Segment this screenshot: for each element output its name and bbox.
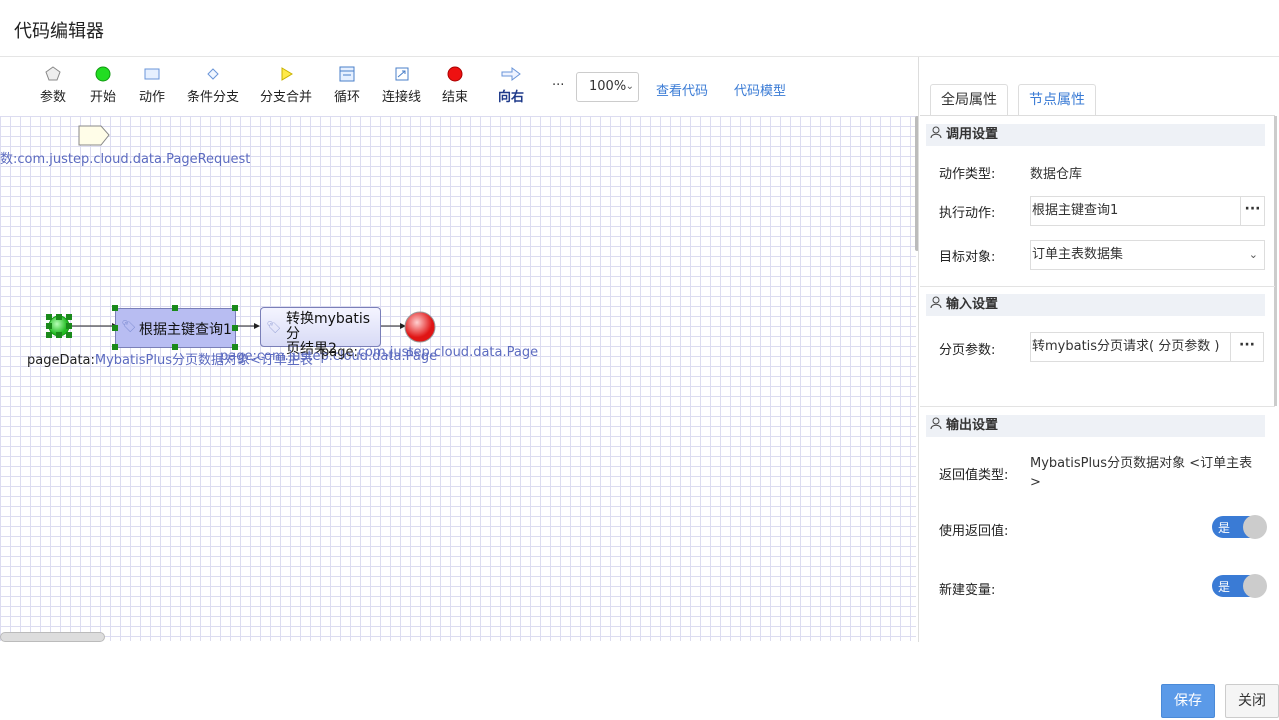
panel-divider	[918, 57, 919, 642]
use-return-label: 使用返回值:	[939, 524, 1009, 539]
param-shape-icon[interactable]	[78, 125, 112, 147]
section-output-settings: 输出设置	[926, 415, 1265, 437]
exec-action-more-button[interactable]: ···	[1240, 196, 1265, 226]
return-type-value: MybatisPlus分页数据对象 <订单主表 >	[1030, 456, 1253, 490]
action-type-value: 数据仓库	[1030, 167, 1083, 182]
new-var-label: 新建变量:	[939, 583, 996, 598]
toolbar-label: 条件分支	[187, 90, 240, 105]
target-value: 订单主表数据集	[1032, 247, 1124, 262]
tab-global-properties[interactable]: 全局属性	[930, 84, 1008, 116]
return-type-label: 返回值类型:	[939, 468, 1009, 483]
toolbar-action-button[interactable]: 动作	[139, 66, 165, 105]
new-var-toggle[interactable]: 是	[1212, 574, 1267, 598]
resize-handle[interactable]	[112, 325, 118, 331]
diamond-icon	[207, 68, 219, 80]
loop-icon	[339, 66, 355, 82]
resize-handle[interactable]	[172, 305, 178, 311]
toggle-knob	[1243, 515, 1267, 539]
toolbar-param-button[interactable]: 参数	[40, 66, 66, 105]
section-divider	[920, 286, 1275, 287]
toolbar-loop-button[interactable]: 循环	[334, 66, 360, 105]
toolbar-label: 连接线	[382, 90, 422, 105]
action-type-label: 动作类型:	[939, 167, 996, 182]
toolbar-condition-button[interactable]: 条件分支	[187, 66, 239, 105]
header-divider	[0, 56, 1279, 57]
target-label: 目标对象:	[939, 250, 996, 265]
section-divider	[920, 406, 1275, 407]
resize-handle[interactable]	[112, 305, 118, 311]
tag-icon: 🏷	[121, 319, 137, 333]
tab-node-properties[interactable]: 节点属性	[1018, 84, 1096, 116]
green-circle-icon	[95, 66, 111, 82]
end-node[interactable]	[403, 310, 437, 344]
action-node-1[interactable]: 🏷 根据主键查询1	[115, 308, 236, 348]
use-return-toggle[interactable]: 是	[1212, 515, 1267, 539]
panel-scrollbar[interactable]	[1274, 116, 1277, 406]
section-call-settings: 调用设置	[926, 124, 1265, 146]
page-param-more-button[interactable]: ···	[1230, 332, 1264, 362]
resize-handle[interactable]	[232, 325, 238, 331]
tab-divider	[920, 115, 1275, 116]
flow-canvas[interactable]: 数:com.justep.cloud.data.PageRequest 🏷 根据…	[0, 116, 916, 641]
toolbar-start-button[interactable]: 开始	[90, 66, 116, 105]
toggle-text: 是	[1218, 521, 1231, 535]
zoom-select[interactable]: 100% ⌄	[576, 72, 639, 102]
toolbar-label: 向右	[498, 90, 525, 105]
user-icon	[930, 126, 942, 138]
tag-icon: 🏷	[266, 320, 282, 334]
chevron-down-icon: ⌄	[1248, 248, 1258, 261]
right-arrow-icon	[501, 67, 521, 81]
node2-output-label: page:com.justep.cloud.data.Page	[321, 345, 539, 360]
user-icon	[930, 417, 942, 429]
triangle-icon	[281, 67, 293, 81]
toolbar-label: 分支合并	[260, 90, 313, 105]
code-model-link[interactable]: 代码模型	[734, 80, 786, 99]
exec-action-label: 执行动作:	[939, 206, 996, 221]
pentagon-icon	[45, 66, 61, 81]
toolbar-label: 循环	[334, 90, 361, 105]
rectangle-icon	[144, 68, 160, 80]
toolbar-end-button[interactable]: 结束	[442, 66, 468, 105]
toggle-knob	[1243, 574, 1267, 598]
page-param-input[interactable]: 转mybatis分页请求( 分页参数 )	[1030, 332, 1231, 362]
close-button[interactable]: 关闭	[1225, 684, 1279, 718]
page-param-label: 分页参数:	[939, 343, 996, 358]
zoom-value: 100%	[589, 79, 627, 94]
toolbar-merge-button[interactable]: 分支合并	[260, 66, 312, 105]
resize-handle[interactable]	[232, 305, 238, 311]
toolbar-label: 参数	[40, 90, 67, 105]
connector-icon	[395, 67, 408, 81]
target-select[interactable]: 订单主表数据集 ⌄	[1030, 240, 1265, 270]
param-label: 数:com.justep.cloud.data.PageRequest	[0, 152, 251, 167]
toolbar-connector-button[interactable]: 连接线	[382, 66, 421, 105]
toolbar-more-button[interactable]: ···	[552, 78, 564, 93]
toolbar-label: 动作	[139, 90, 166, 105]
toolbar-label: 开始	[90, 90, 117, 105]
red-circle-icon	[447, 66, 463, 82]
toolbar-direction-button[interactable]: 向右	[498, 66, 524, 105]
chevron-down-icon: ⌄	[625, 81, 634, 92]
section-input-settings: 输入设置	[926, 294, 1265, 316]
dialog-title: 代码编辑器	[14, 21, 104, 42]
view-code-link[interactable]: 查看代码	[656, 80, 708, 99]
exec-action-input[interactable]: 根据主键查询1	[1030, 196, 1241, 226]
save-button[interactable]: 保存	[1161, 684, 1215, 718]
user-icon	[930, 296, 942, 308]
toggle-text: 是	[1218, 580, 1231, 594]
action-node-2[interactable]: 🏷 转换mybatis分 页结果2	[260, 307, 381, 357]
canvas-horizontal-scrollbar[interactable]	[0, 632, 105, 642]
toolbar-label: 结束	[442, 90, 469, 105]
action-node-1-label: 根据主键查询1	[139, 322, 232, 338]
